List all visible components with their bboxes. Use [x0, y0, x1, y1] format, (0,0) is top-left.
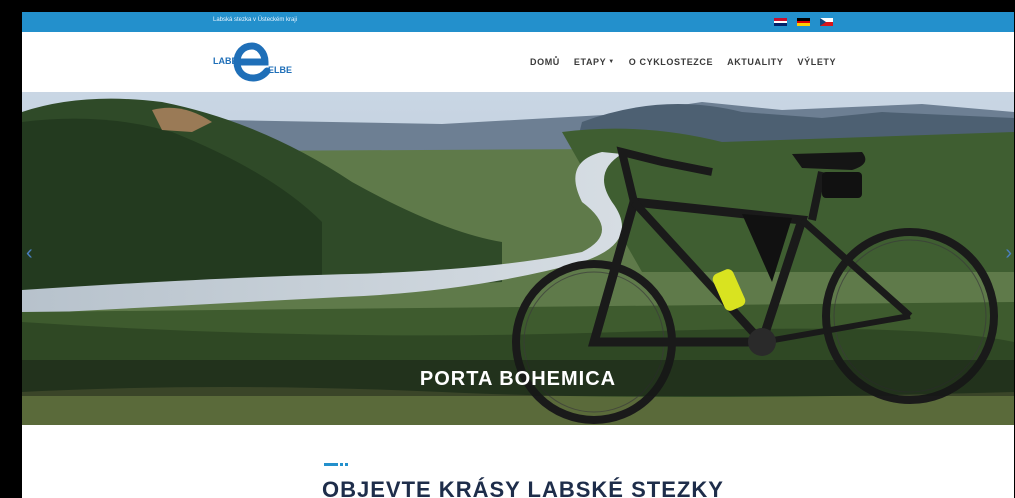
nav-item-about[interactable]: O CYKLOSTEZCE [629, 57, 713, 67]
chevron-left-icon[interactable]: ‹ [26, 242, 33, 265]
labe-elbe-logo[interactable]: LABE ELBE [210, 40, 310, 82]
hero-slider: PORTA BOHEMICA ‹ › [22, 92, 1014, 425]
nav-home-label: DOMŮ [530, 57, 560, 67]
chevron-right-icon[interactable]: › [1005, 242, 1012, 265]
site-header: LABE ELBE DOMŮ ETAPY ▼ O CYKLOSTEZCE AKTU… [22, 32, 1014, 90]
nav-trips-label: VÝLETY [797, 57, 837, 67]
screenshot-frame: Labská stezka v Ústeckém kraji LABE ELBE… [0, 0, 1015, 498]
nav-about-label: O CYKLOSTEZCE [628, 57, 714, 67]
main-navigation: DOMŮ ETAPY ▼ O CYKLOSTEZCE AKTUALITY VÝLE… [530, 57, 850, 67]
czech-flag[interactable] [820, 18, 833, 26]
nav-item-stages[interactable]: ETAPY ▼ [574, 57, 615, 67]
intro-section: OBJEVTE KRÁSY LABSKÉ STEZKY [22, 425, 1014, 498]
english-flag[interactable] [774, 18, 787, 27]
nav-stages-label: ETAPY [573, 57, 607, 67]
language-switcher [774, 18, 833, 27]
logo-right-text: ELBE [268, 65, 292, 75]
caret-down-icon: ▼ [608, 59, 615, 65]
top-bar: Labská stezka v Ústeckém kraji [22, 12, 1014, 32]
german-flag[interactable] [797, 18, 810, 27]
web-page: Labská stezka v Ústeckém kraji LABE ELBE… [22, 12, 1014, 498]
nav-item-news[interactable]: AKTUALITY [727, 57, 783, 67]
nav-item-home[interactable]: DOMŮ [530, 57, 560, 67]
slide-caption: PORTA BOHEMICA [419, 368, 617, 390]
nav-item-trips[interactable]: VÝLETY [798, 57, 837, 67]
topbar-text: Labská stezka v Ústeckém kraji [213, 17, 298, 23]
nav-news-label: AKTUALITY [727, 57, 784, 67]
section-title: OBJEVTE KRÁSY LABSKÉ STEZKY [322, 477, 724, 498]
section-accent-line [324, 463, 348, 466]
